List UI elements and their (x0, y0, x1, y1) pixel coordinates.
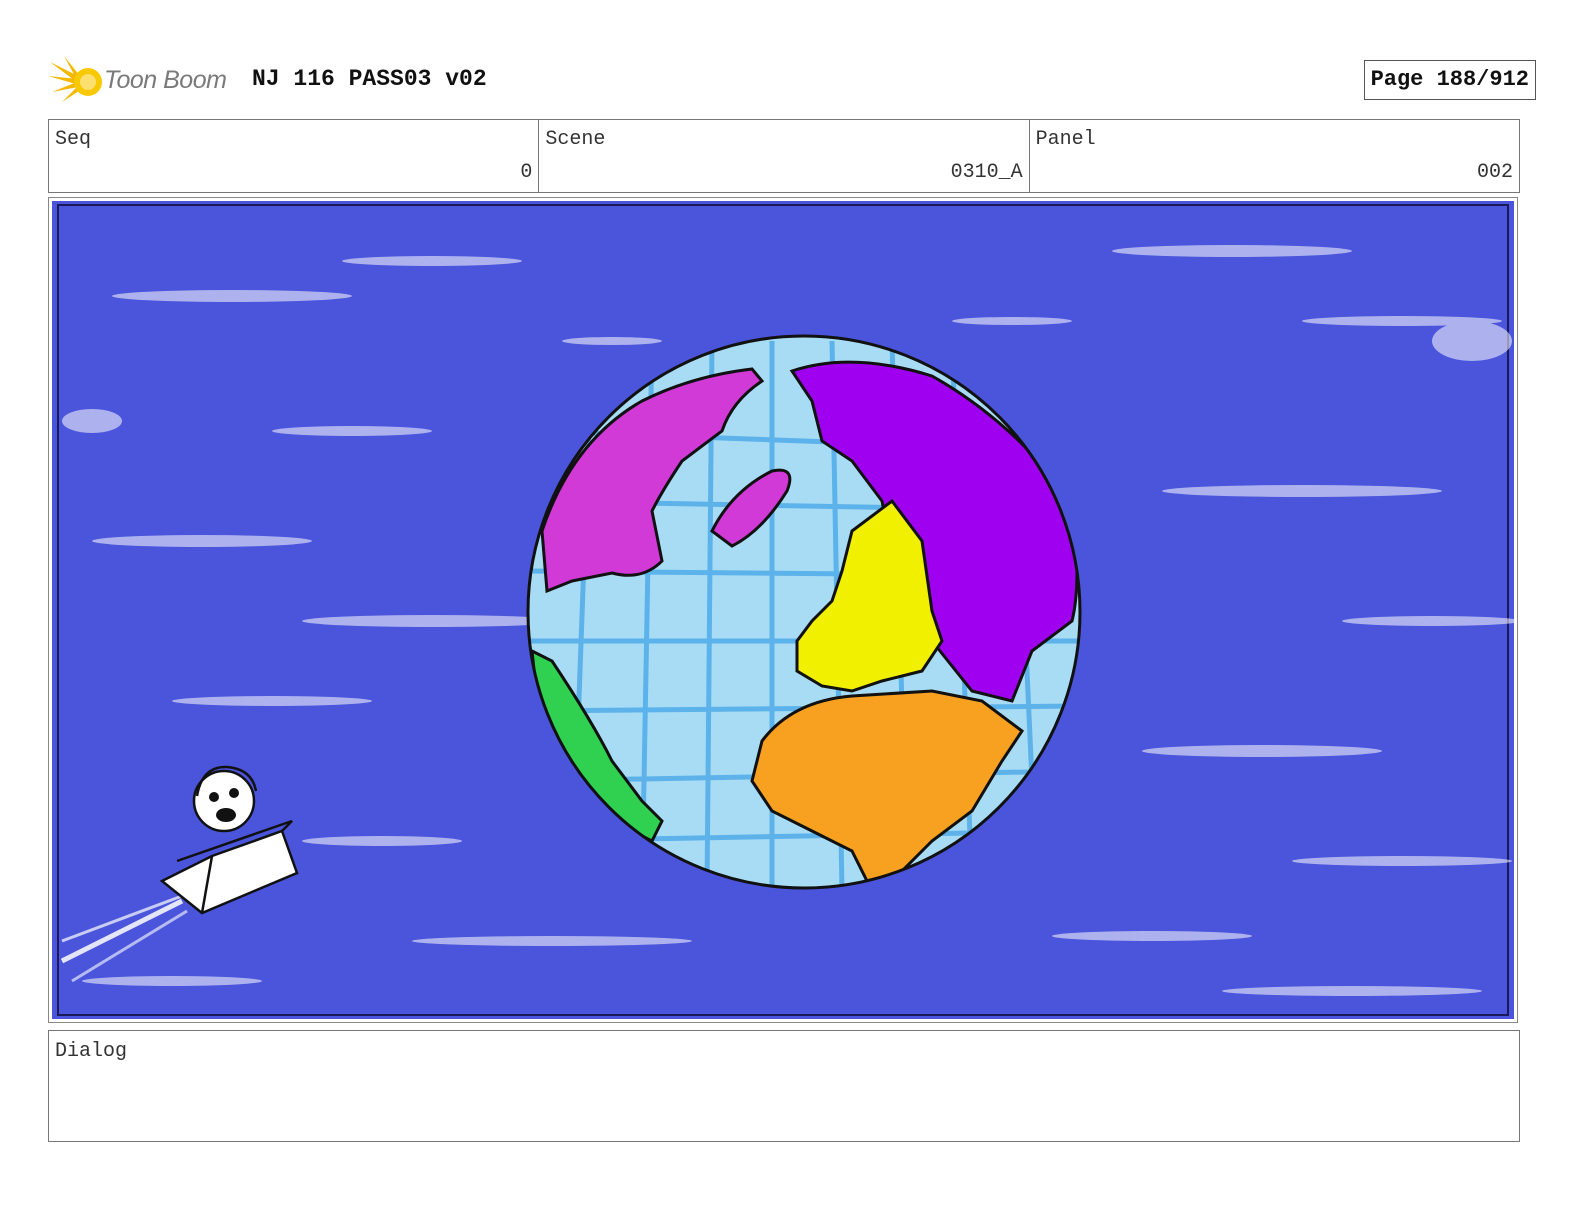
scene-cell: Scene 0310_A (539, 120, 1030, 192)
toon-boom-logo: Toon Boom (48, 54, 238, 106)
document-title: NJ 116 PASS03 v02 (252, 66, 487, 92)
scene-label: Scene (545, 128, 606, 151)
page-indicator: Page 188/912 (1363, 60, 1536, 100)
panel-value: 002 (1476, 161, 1513, 184)
panel-artwork (52, 201, 1514, 1019)
panel-artwork-frame (48, 197, 1518, 1023)
scene-value: 0310_A (950, 161, 1023, 184)
panel-cell: Panel 002 (1030, 120, 1519, 192)
dialog-box: Dialog (48, 1030, 1520, 1142)
seq-cell: Seq 0 (49, 120, 540, 192)
starburst-icon (48, 56, 102, 102)
seq-value: 0 (520, 161, 533, 184)
shot-info-row: Seq 0 Scene 0310_A Panel 002 (48, 119, 1520, 193)
globe-icon (526, 334, 1082, 890)
storyboard-header: Toon Boom NJ 116 PASS03 v02 Page 188/912 (48, 50, 1536, 110)
panel-label: Panel (1035, 128, 1096, 151)
dialog-label: Dialog (55, 1040, 128, 1063)
brand-text: Toon Boom (104, 66, 227, 94)
seq-label: Seq (55, 128, 92, 151)
